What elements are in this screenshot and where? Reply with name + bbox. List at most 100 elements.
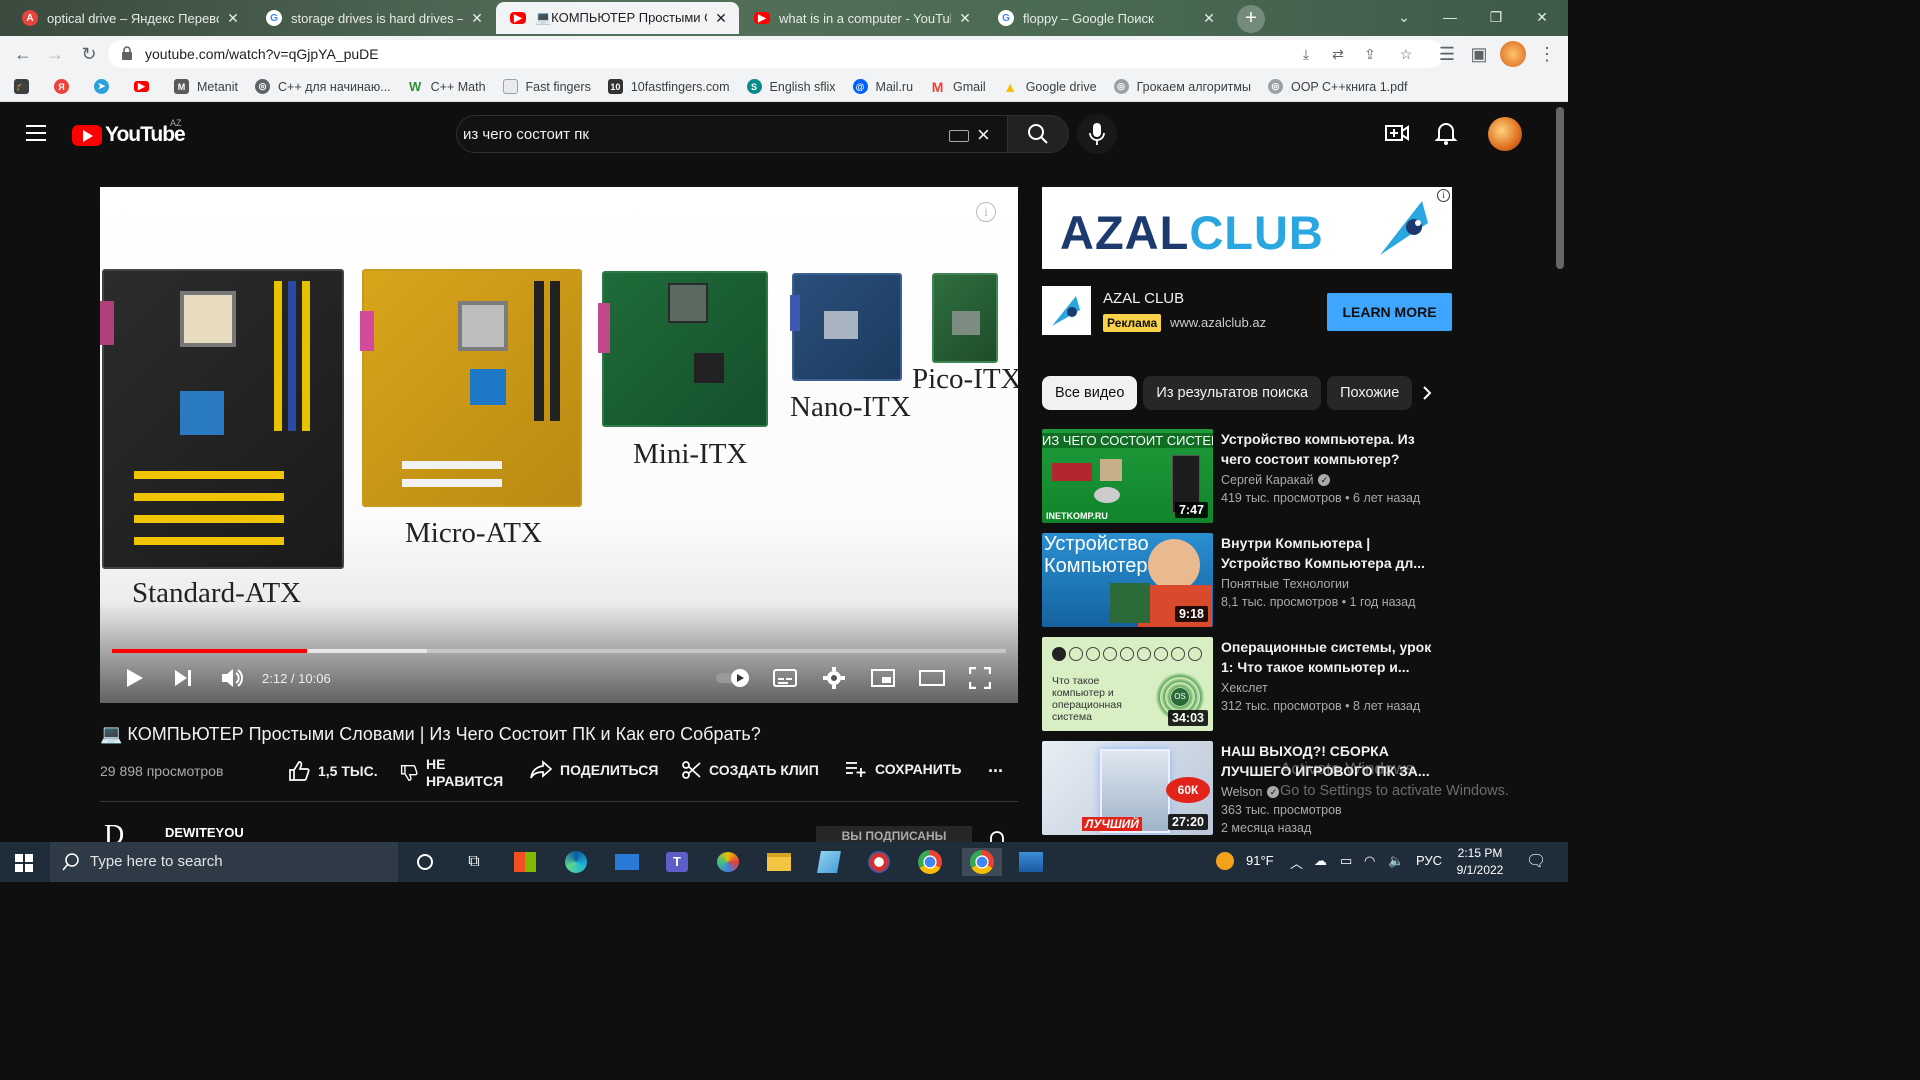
clip-button[interactable]: СОЗДАТЬ КЛИП xyxy=(681,760,819,780)
dislike-button[interactable]: НЕ НРАВИТСЯ xyxy=(400,756,506,790)
ad-banner[interactable]: AZALCLUB xyxy=(1042,187,1452,269)
mail-icon[interactable] xyxy=(612,848,642,876)
bookmark-cpp-math[interactable]: W C++ Math xyxy=(408,79,486,94)
chrome-profile-icon[interactable] xyxy=(962,848,1002,876)
forward-arrow-icon[interactable]: → xyxy=(42,41,68,67)
bookmark-metanit[interactable]: M Metanit xyxy=(174,79,238,94)
volume-button[interactable] xyxy=(220,665,244,691)
search-button[interactable] xyxy=(1007,115,1069,153)
theater-mode-button[interactable] xyxy=(918,665,946,691)
bookmark-cpp-beginners[interactable]: ◎ C++ для начинаю... xyxy=(255,79,391,94)
bookmark-oop-cpp[interactable]: ◎ OOP C++книга 1.pdf xyxy=(1267,79,1408,94)
search-input[interactable]: из чего состоит пк × xyxy=(456,115,1008,153)
bookmark-star-icon[interactable]: ☆ xyxy=(1396,45,1416,63)
tab-google-storage[interactable]: G storage drives is hard drives – Google… xyxy=(252,2,495,34)
task-view-icon[interactable]: ⧉ xyxy=(459,848,489,876)
play-button[interactable] xyxy=(124,665,146,691)
side-panel-icon[interactable]: ▣ xyxy=(1466,41,1492,67)
install-app-icon[interactable]: ⤓ xyxy=(1296,45,1316,63)
battery-icon[interactable]: ▭ xyxy=(1340,853,1352,869)
maximize-button[interactable]: ❐ xyxy=(1476,4,1516,30)
channel-name[interactable]: Понятные Технологии xyxy=(1221,577,1349,591)
bookmark-yandex[interactable]: Я xyxy=(54,79,77,94)
close-icon[interactable]: ✕ xyxy=(225,10,241,27)
user-avatar[interactable] xyxy=(1488,117,1522,151)
channel-avatar[interactable]: D xyxy=(104,820,144,842)
more-actions-button[interactable]: ... xyxy=(988,756,1003,777)
onedrive-cloud-icon[interactable]: ☁ xyxy=(1314,853,1327,869)
menu-icon[interactable] xyxy=(26,125,46,141)
back-arrow-icon[interactable]: ← xyxy=(10,41,36,67)
edge-browser-icon[interactable] xyxy=(561,848,591,876)
windows-start-icon[interactable] xyxy=(15,854,33,872)
chevron-right-icon[interactable] xyxy=(1418,384,1436,402)
like-button[interactable]: 1,5 ТЫС. xyxy=(288,760,378,782)
learn-more-button[interactable]: LEARN MORE xyxy=(1327,293,1452,331)
tab-youtube-search[interactable]: ▶ what is in a computer - YouTube ✕ xyxy=(740,2,983,34)
close-icon[interactable]: ✕ xyxy=(1201,10,1217,27)
settings-button[interactable] xyxy=(822,665,846,691)
ad-title[interactable]: AZAL CLUB xyxy=(1103,290,1184,307)
video-thumbnail[interactable]: Устройство Компьютера 9:18 xyxy=(1042,533,1213,627)
profile-avatar-icon[interactable] xyxy=(1500,41,1526,67)
notification-center-icon[interactable]: 🗨 xyxy=(1526,851,1546,871)
share-button[interactable]: ПОДЕЛИТЬСЯ xyxy=(530,760,658,780)
clear-search-icon[interactable]: × xyxy=(977,122,990,148)
wifi-icon[interactable]: ◠ xyxy=(1364,853,1375,869)
bookmark-google-drive[interactable]: ▲ Google drive xyxy=(1003,79,1096,95)
input-language[interactable]: РУС xyxy=(1416,853,1442,868)
bookmark-fast-fingers[interactable]: Fast fingers xyxy=(502,79,591,94)
close-window-button[interactable]: ✕ xyxy=(1522,4,1562,30)
tab-yandex-translate[interactable]: A optical drive – Яндекс Переводчик ✕ xyxy=(8,2,251,34)
bookmark-grokking[interactable]: ◎ Грокаем алгоритмы xyxy=(1113,79,1251,94)
snipping-tool-icon[interactable] xyxy=(864,848,894,876)
notifications-bell-icon[interactable] xyxy=(1433,120,1459,146)
bookmark-mailru[interactable]: @ Mail.ru xyxy=(852,79,913,94)
notification-bell-icon[interactable] xyxy=(988,830,1006,842)
weather-temperature[interactable]: 91°F xyxy=(1246,853,1274,868)
chip-all-videos[interactable]: Все видео xyxy=(1042,376,1138,410)
tab-youtube-active[interactable]: ▶ 💻КОМПЬЮТЕР Простыми Словами ✕ xyxy=(496,2,739,34)
minimize-button[interactable]: — xyxy=(1430,4,1470,30)
video-title[interactable]: Устройство компьютера. Из чего состоит к… xyxy=(1221,429,1443,469)
create-video-icon[interactable] xyxy=(1384,120,1410,146)
speaker-icon[interactable]: 🔈 xyxy=(1388,853,1404,869)
teams-icon[interactable]: T xyxy=(662,848,692,876)
close-icon[interactable]: ✕ xyxy=(469,10,485,27)
translate-icon[interactable]: ⇄ xyxy=(1328,45,1348,63)
fullscreen-button[interactable] xyxy=(968,665,992,691)
tab-google-floppy[interactable]: G floppy – Google Поиск ✕ xyxy=(984,2,1227,34)
taskbar-search-box[interactable]: Type here to search xyxy=(50,842,398,882)
channel-name[interactable]: Сергей Каракай xyxy=(1221,473,1313,487)
microsoft-store-icon[interactable] xyxy=(510,848,540,876)
video-thumbnail[interactable]: 60К ЛУЧШИЙ 27:20 xyxy=(1042,741,1213,835)
voice-search-button[interactable] xyxy=(1077,114,1117,154)
chip-from-search[interactable]: Из результатов поиска xyxy=(1143,376,1322,410)
taskbar-clock[interactable]: 2:15 PM 9/1/2022 xyxy=(1448,845,1512,879)
channel-name[interactable]: DEWITEYOU xyxy=(165,825,244,840)
bookmark-telegram[interactable]: ➤ xyxy=(94,79,117,94)
youtube-logo[interactable]: YouTube AZ xyxy=(72,118,186,147)
recommendation-item[interactable]: Что такое компьютер и операционная систе… xyxy=(1042,637,1452,733)
reading-list-icon[interactable]: ☰ xyxy=(1434,41,1460,67)
subscribed-button[interactable]: ВЫ ПОДПИСАНЫ xyxy=(816,826,972,842)
video-title[interactable]: Операционные системы, урок 1: Что такое … xyxy=(1221,637,1443,677)
new-tab-button[interactable]: + xyxy=(1237,5,1265,33)
keyboard-icon[interactable] xyxy=(949,130,969,142)
info-icon[interactable]: i xyxy=(976,202,996,222)
bookmark-english-sflix[interactable]: S English sflix xyxy=(746,79,836,94)
scrollbar-thumb[interactable] xyxy=(1556,107,1564,269)
reload-icon[interactable]: ↻ xyxy=(76,41,102,67)
autoplay-toggle[interactable] xyxy=(714,665,752,691)
channel-name[interactable]: Хекслет xyxy=(1221,681,1268,695)
ad-thumbnail[interactable] xyxy=(1042,286,1091,335)
close-icon[interactable]: ✕ xyxy=(957,10,973,27)
paint-icon[interactable] xyxy=(713,848,743,876)
tab-search-chevron-icon[interactable]: ⌄ xyxy=(1384,4,1424,30)
close-icon[interactable]: ✕ xyxy=(713,10,729,27)
cortana-icon[interactable] xyxy=(410,848,440,876)
video-player[interactable]: i Standard-ATX Micro-ATX Mini-ITX Nano-I… xyxy=(100,187,1018,703)
bookmark-graduation[interactable]: 🎓 xyxy=(14,79,37,94)
video-thumbnail[interactable]: Что такое компьютер и операционная систе… xyxy=(1042,637,1213,731)
chip-related[interactable]: Похожие xyxy=(1327,376,1413,410)
